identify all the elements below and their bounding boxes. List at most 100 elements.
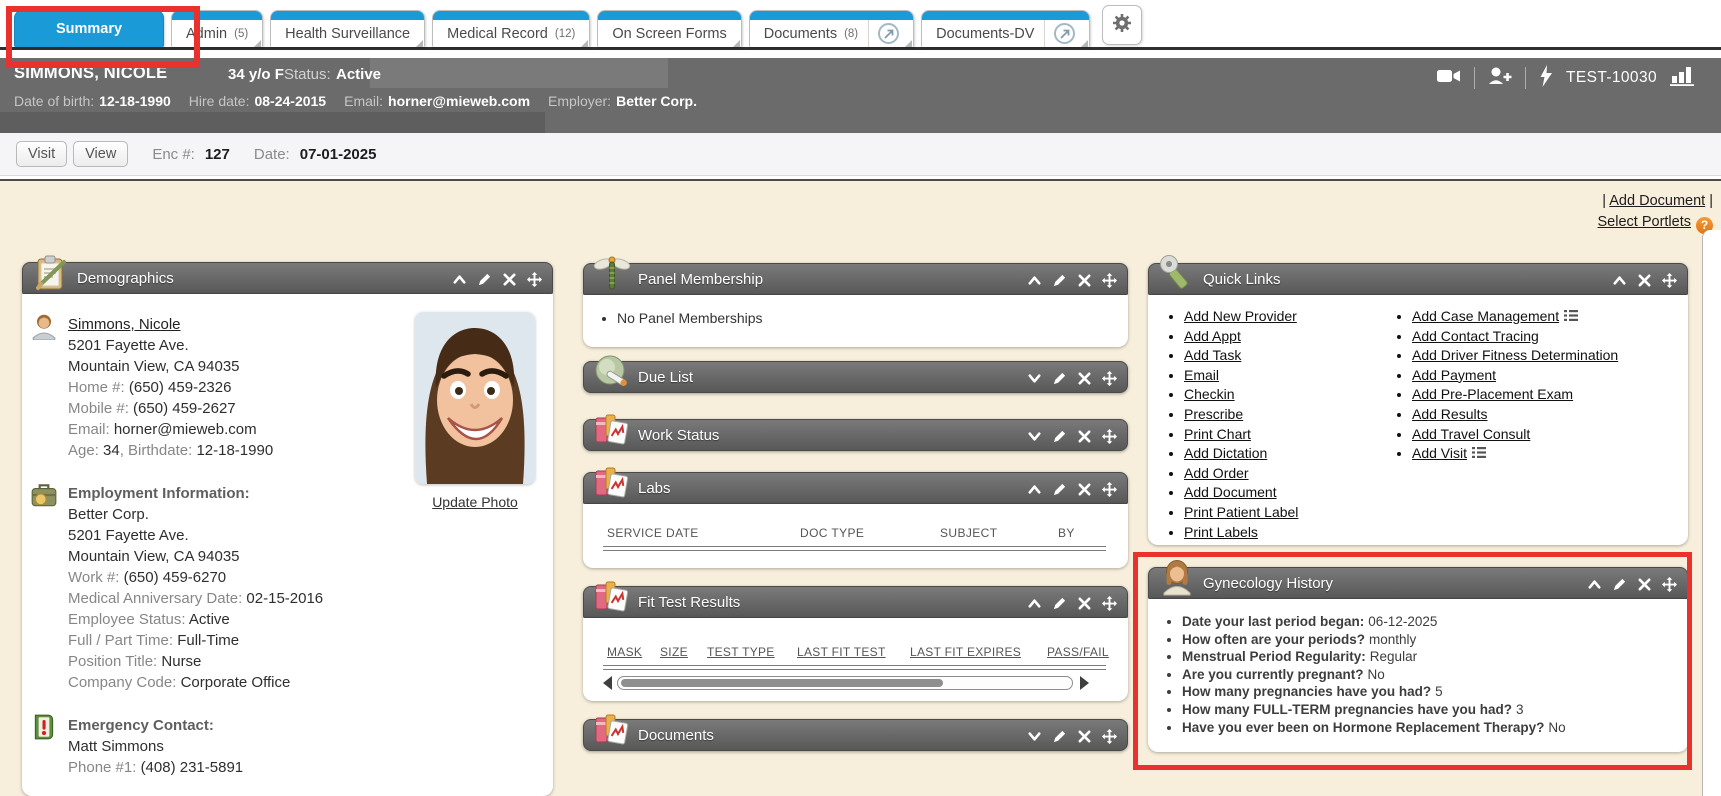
quick-link-item[interactable]: Email: [1184, 366, 1376, 386]
expand-icon[interactable]: [1027, 429, 1042, 444]
close-icon[interactable]: [1077, 729, 1092, 744]
quick-link[interactable]: Add Visit: [1412, 445, 1467, 461]
quick-link[interactable]: Print Chart: [1184, 426, 1251, 442]
right-scroll-gutter[interactable]: [1702, 230, 1721, 796]
move-icon[interactable]: [1662, 273, 1677, 288]
column-header[interactable]: SUBJECT: [940, 526, 1058, 540]
update-photo-link[interactable]: Update Photo: [415, 494, 535, 510]
chart-tab[interactable]: On Screen Forms: [597, 10, 741, 47]
quick-link[interactable]: Add Payment: [1412, 367, 1496, 383]
chart-tab[interactable]: Admin (5): [171, 10, 263, 47]
scroll-right-arrow[interactable]: [1080, 676, 1089, 690]
quick-link-item[interactable]: Add Document: [1184, 483, 1376, 503]
quick-link-item[interactable]: Checkin: [1184, 385, 1376, 405]
quick-link[interactable]: Email: [1184, 367, 1219, 383]
quick-link-item[interactable]: Add Case Management: [1412, 307, 1618, 327]
move-icon[interactable]: [1102, 596, 1117, 611]
expand-icon[interactable]: [1027, 729, 1042, 744]
collapse-icon[interactable]: [1027, 596, 1042, 611]
move-icon[interactable]: [1102, 729, 1117, 744]
column-header[interactable]: TEST TYPE: [707, 645, 775, 659]
move-icon[interactable]: [1102, 429, 1117, 444]
collapse-icon[interactable]: [1612, 273, 1627, 288]
edit-icon[interactable]: [1612, 577, 1627, 592]
move-icon[interactable]: [1102, 482, 1117, 497]
add-person-icon[interactable]: [1488, 67, 1512, 90]
visit-button[interactable]: Visit: [16, 141, 67, 167]
move-icon[interactable]: [1102, 371, 1117, 386]
close-icon[interactable]: [1637, 273, 1652, 288]
quick-link[interactable]: Add Pre-Placement Exam: [1412, 386, 1573, 402]
close-icon[interactable]: [1077, 482, 1092, 497]
horizontal-scrollbar[interactable]: [617, 676, 1073, 690]
column-header[interactable]: LAST FIT TEST: [797, 645, 886, 659]
quick-link[interactable]: Prescribe: [1184, 406, 1243, 422]
column-header[interactable]: LAST FIT EXPIRES: [910, 645, 1021, 659]
quick-link[interactable]: Add Task: [1184, 347, 1241, 363]
edit-icon[interactable]: [1052, 429, 1067, 444]
close-icon[interactable]: [1077, 273, 1092, 288]
collapse-icon[interactable]: [1027, 273, 1042, 288]
bar-chart-icon[interactable]: [1670, 65, 1696, 91]
quick-link-item[interactable]: Add Driver Fitness Determination: [1412, 346, 1618, 366]
quick-link-item[interactable]: Add Payment: [1412, 366, 1618, 386]
quick-link[interactable]: Add Contact Tracing: [1412, 328, 1539, 344]
collapse-icon[interactable]: [1587, 577, 1602, 592]
chart-tab[interactable]: Health Surveillance: [270, 10, 425, 47]
move-icon[interactable]: [1662, 577, 1677, 592]
chart-tab[interactable]: Medical Record (12): [432, 10, 590, 47]
lightning-icon[interactable]: [1539, 65, 1553, 92]
close-icon[interactable]: [1077, 596, 1092, 611]
quick-link-item[interactable]: Add New Provider: [1184, 307, 1376, 327]
quick-link-item[interactable]: Add Dictation: [1184, 444, 1376, 464]
quick-link-item[interactable]: Add Order: [1184, 464, 1376, 484]
open-in-new-window-button[interactable]: [1044, 20, 1075, 47]
expand-icon[interactable]: [1027, 371, 1042, 386]
open-in-new-window-button[interactable]: [868, 20, 899, 47]
select-portlets-link[interactable]: Select Portlets: [1598, 214, 1692, 230]
column-header[interactable]: PASS/FAIL: [1047, 645, 1109, 659]
chart-tab[interactable]: Documents-DV: [921, 10, 1090, 47]
quick-link-item[interactable]: Add Pre-Placement Exam: [1412, 385, 1618, 405]
edit-icon[interactable]: [1052, 729, 1067, 744]
add-document-link[interactable]: Add Document: [1609, 193, 1705, 209]
chart-tab[interactable]: Summary: [14, 10, 164, 47]
quick-link-item[interactable]: Add Contact Tracing: [1412, 327, 1618, 347]
quick-link[interactable]: Add Travel Consult: [1412, 426, 1530, 442]
quick-link[interactable]: Print Labels: [1184, 524, 1258, 540]
quick-link[interactable]: Add Driver Fitness Determination: [1412, 347, 1618, 363]
edit-icon[interactable]: [1052, 273, 1067, 288]
quick-link-item[interactable]: Add Travel Consult: [1412, 425, 1618, 445]
move-icon[interactable]: [527, 272, 542, 287]
move-icon[interactable]: [1102, 273, 1117, 288]
quick-link[interactable]: Add New Provider: [1184, 308, 1297, 324]
column-header[interactable]: BY: [1058, 526, 1075, 540]
close-icon[interactable]: [502, 272, 517, 287]
close-icon[interactable]: [1637, 577, 1652, 592]
quick-link[interactable]: Add Order: [1184, 465, 1249, 481]
collapse-icon[interactable]: [452, 272, 467, 287]
quick-link[interactable]: Print Patient Label: [1184, 504, 1298, 520]
edit-icon[interactable]: [1052, 596, 1067, 611]
quick-link[interactable]: Add Appt: [1184, 328, 1241, 344]
column-header[interactable]: SERVICE DATE: [607, 526, 800, 540]
column-header[interactable]: DOC TYPE: [800, 526, 940, 540]
close-icon[interactable]: [1077, 429, 1092, 444]
quick-link[interactable]: Add Case Management: [1412, 308, 1559, 324]
quick-link[interactable]: Add Results: [1412, 406, 1487, 422]
collapse-icon[interactable]: [1027, 482, 1042, 497]
tab-settings-button[interactable]: [1102, 5, 1142, 45]
chart-tab[interactable]: Documents (8): [749, 10, 914, 47]
edit-icon[interactable]: [1052, 371, 1067, 386]
column-header[interactable]: SIZE: [660, 645, 688, 659]
edit-icon[interactable]: [477, 272, 492, 287]
edit-icon[interactable]: [1052, 482, 1067, 497]
quick-link-item[interactable]: Add Results: [1412, 405, 1618, 425]
video-camera-icon[interactable]: [1437, 68, 1461, 89]
quick-link[interactable]: Add Dictation: [1184, 445, 1267, 461]
list-view-icon[interactable]: [1564, 308, 1578, 324]
quick-link-item[interactable]: Print Patient Label: [1184, 503, 1376, 523]
list-view-icon[interactable]: [1472, 445, 1486, 461]
view-button[interactable]: View: [73, 141, 128, 167]
quick-link[interactable]: Checkin: [1184, 386, 1235, 402]
